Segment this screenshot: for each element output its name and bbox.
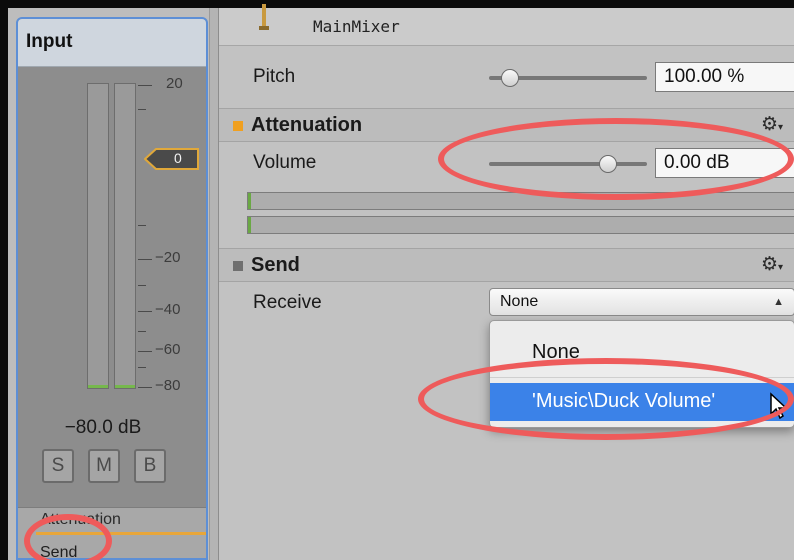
- volume-slider-thumb[interactable]: [599, 155, 617, 173]
- attenuation-section-header[interactable]: Attenuation ⚙▾: [219, 108, 794, 142]
- mixer-name: MainMixer: [313, 17, 400, 36]
- attenuation-level-bar-left: [247, 192, 794, 210]
- fader-arrow-icon: [144, 148, 199, 170]
- scale-tick: [138, 351, 152, 352]
- menu-item-none[interactable]: None: [532, 341, 580, 364]
- send-section-header[interactable]: Send ⚙▾: [219, 248, 794, 282]
- meter-fill: [115, 385, 135, 388]
- effects-list: Attenuation Send: [18, 507, 206, 558]
- inspector-header: MainMixer: [219, 4, 794, 46]
- scale-tick: [138, 225, 146, 226]
- scale-label-minus60: −60: [155, 341, 181, 358]
- menu-separator: [490, 377, 794, 378]
- effect-send[interactable]: Send: [40, 544, 77, 558]
- strip-header[interactable]: Input: [18, 19, 206, 67]
- mouse-cursor-icon: [770, 392, 788, 420]
- level-bar-fill: [248, 193, 251, 209]
- send-title: Send: [251, 254, 300, 276]
- scale-tick: [138, 285, 146, 286]
- effect-attenuation[interactable]: Attenuation: [40, 511, 121, 529]
- gear-dropdown-icon[interactable]: ⚙▾: [761, 113, 789, 135]
- attenuation-level-bar-right: [247, 216, 794, 234]
- scale-tick: [138, 85, 152, 86]
- scale-tick: [138, 259, 152, 260]
- scale-tick: [138, 331, 146, 332]
- scale-label-20: 20: [166, 75, 183, 92]
- attenuation-color-square: [233, 121, 243, 131]
- strip-body: 20 −20 −40 −60 −80 0 −80.0 dB S M B: [18, 67, 206, 507]
- mixer-icon: [259, 4, 269, 30]
- pitch-label: Pitch: [253, 66, 296, 87]
- meter-fill: [88, 385, 108, 388]
- menu-item-label: 'Music\Duck Volume': [532, 390, 716, 412]
- scale-tick: [138, 367, 146, 368]
- solo-button[interactable]: S: [42, 449, 74, 483]
- send-color-square: [233, 261, 243, 271]
- strip-title: Input: [26, 31, 73, 52]
- volume-fader-handle[interactable]: 0: [144, 147, 200, 171]
- inspector-panel: MainMixer Pitch 100.00 % Attenuation ⚙▾ …: [218, 4, 794, 560]
- pitch-value-field[interactable]: 100.00 %: [655, 62, 794, 92]
- level-meter-left: [87, 83, 109, 389]
- fader-value: 0: [174, 150, 182, 166]
- scale-label-minus80: −80: [155, 377, 181, 394]
- scale-tick: [138, 311, 152, 312]
- receive-dropdown-menu: None 'Music\Duck Volume': [489, 320, 794, 428]
- gear-dropdown-icon[interactable]: ⚙▾: [761, 253, 789, 275]
- scale-label-minus20: −20: [155, 249, 181, 266]
- receive-dropdown[interactable]: None ▲▼: [489, 288, 794, 334]
- menu-item-music-duck-volume[interactable]: 'Music\Duck Volume': [490, 383, 794, 421]
- mute-button[interactable]: M: [88, 449, 120, 483]
- bypass-button[interactable]: B: [134, 449, 166, 483]
- attenuation-title: Attenuation: [251, 114, 363, 136]
- receive-label: Receive: [253, 292, 322, 313]
- window-frame-top: [0, 0, 794, 8]
- scale-tick: [138, 109, 146, 110]
- receive-selected-value: None: [500, 293, 539, 310]
- volume-slider-track[interactable]: [489, 162, 647, 166]
- input-channel-strip[interactable]: Input 20 −20 −40 −60 −80 0 −80.0 dB S M …: [16, 17, 208, 560]
- attenuation-accent-line: [36, 532, 206, 535]
- window-frame-left: [0, 0, 8, 560]
- mixer-strip-panel: Input 20 −20 −40 −60 −80 0 −80.0 dB S M …: [8, 8, 210, 560]
- pitch-slider-thumb[interactable]: [501, 69, 519, 87]
- volume-value-field[interactable]: 0.00 dB: [655, 148, 794, 178]
- level-meter-right: [114, 83, 136, 389]
- volume-label: Volume: [253, 152, 317, 173]
- db-readout: −80.0 dB: [64, 417, 142, 438]
- scale-tick: [138, 387, 152, 388]
- panel-splitter[interactable]: [210, 8, 218, 560]
- level-bar-fill: [248, 217, 251, 233]
- scale-label-minus40: −40: [155, 301, 181, 318]
